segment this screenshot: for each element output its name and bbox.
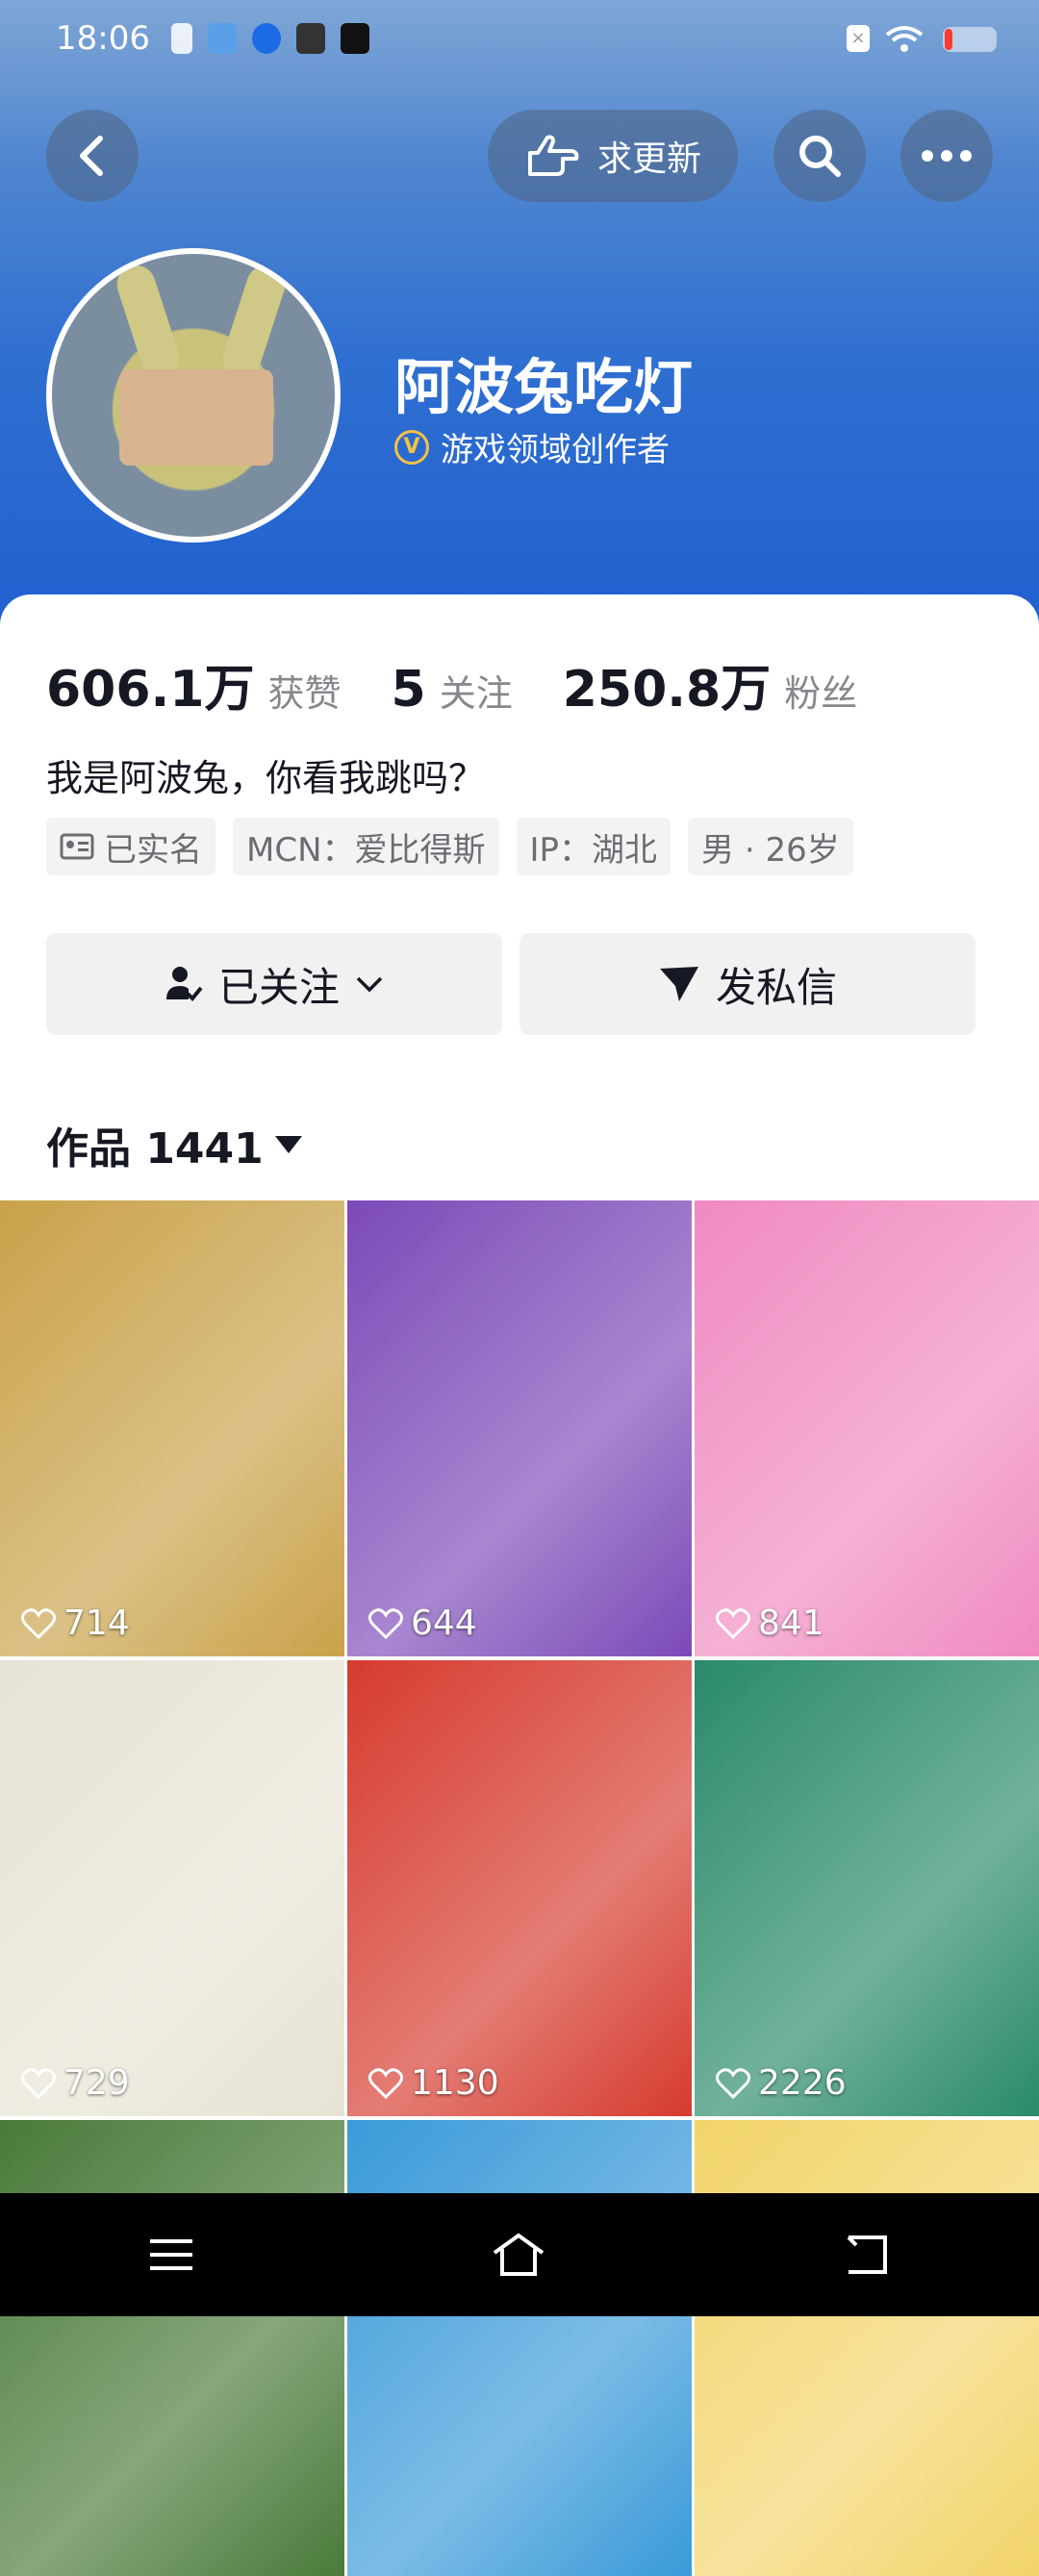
work-thumbnail[interactable]: 1130 [347,1660,692,2116]
avatar[interactable] [46,248,341,543]
battery-icon [943,27,997,52]
tiktok-icon [341,23,369,54]
send-icon [659,967,698,1001]
work-thumbnail[interactable] [0,2120,344,2576]
request-update-button[interactable]: 求更新 [488,110,738,202]
tag-gender-age: 男 · 26岁 [688,818,853,875]
work-thumbnail[interactable]: 841 [695,1200,1039,1656]
status-time: 18:06 [56,19,150,58]
tag-real-name: 已实名 [46,818,215,875]
like-count: 644 [368,1604,477,1643]
back-button[interactable] [46,110,139,202]
pointing-hand-icon [527,135,579,176]
stat-following[interactable]: 5 关注 [392,661,513,719]
request-update-label: 求更新 [596,139,701,179]
heart-icon [716,1607,750,1639]
work-thumbnail[interactable]: 714 [0,1200,344,1656]
notification-icon [171,23,192,54]
work-thumbnail[interactable]: 2226 [695,1660,1039,2116]
home-icon[interactable] [491,2232,546,2278]
profile-name: 阿波兔吃灯 [394,352,694,422]
tag-mcn: MCN：爱比得斯 [233,818,499,875]
more-button[interactable] [900,110,993,202]
like-count: 841 [716,1604,824,1643]
more-icon [922,150,972,162]
back-arrow-icon [80,136,103,176]
thumbnail-image [347,2120,692,2576]
heart-icon [368,2067,403,2099]
thumbnail-image [0,2120,344,2576]
heart-icon [716,2067,750,2099]
like-count: 729 [21,2063,130,2103]
send-message-button[interactable]: 发私信 [520,933,976,1035]
back-icon[interactable] [843,2234,891,2276]
dropdown-icon [274,1136,302,1153]
search-button[interactable] [773,110,866,202]
send-message-label: 发私信 [715,963,837,1011]
chevron-down-icon [356,976,383,993]
heart-icon [368,1607,403,1639]
work-thumbnail[interactable]: 644 [347,1200,692,1656]
thumbnail-image [0,1200,344,1656]
creator-certification: V 游戏领域创作者 [394,423,670,470]
thumbnail-image [347,1200,692,1656]
work-thumbnail[interactable] [347,2120,692,2576]
user-check-icon [165,967,203,1001]
system-nav-bar [0,2193,1039,2316]
thumbnail-image [695,1660,1039,2116]
like-count: 2226 [716,2063,847,2103]
verified-icon: V [394,429,429,465]
status-bar: 18:06 × [0,0,1039,77]
work-thumbnail[interactable] [695,2120,1039,2576]
like-count: 1130 [368,2063,499,2103]
thumbnail-image [695,1200,1039,1656]
stat-likes[interactable]: 606.1万 获赞 [46,648,342,720]
app-icon [252,23,281,54]
heart-icon [21,2067,56,2099]
works-tab[interactable]: 作品 1441 [46,1114,302,1175]
menu-icon[interactable] [148,2235,194,2274]
works-label: 作品 1441 [46,1124,264,1174]
profile-stats: 606.1万 获赞 5 关注 250.8万 粉丝 [46,648,907,720]
followed-button[interactable]: 已关注 [46,933,502,1035]
profile-bio: 我是阿波兔，你看我跳吗？ [46,757,486,799]
like-count: 714 [21,1604,130,1643]
search-icon [799,136,841,177]
stat-followers[interactable]: 250.8万 粉丝 [563,648,858,720]
thumbnail-image [695,2120,1039,2576]
sim-icon: × [847,25,870,52]
certification-label: 游戏领域创作者 [441,431,670,469]
followed-label: 已关注 [217,963,340,1011]
id-card-icon [60,833,94,860]
heart-icon [21,1607,56,1639]
tag-ip: IP：湖北 [516,818,672,875]
app-icon [296,23,325,54]
profile-tags: 已实名 MCN：爱比得斯 IP：湖北 男 · 26岁 [46,818,853,875]
wifi-icon [885,26,924,52]
thumbnail-image [347,1660,692,2116]
app-icon [208,23,237,54]
thumbnail-image [0,1660,344,2116]
work-thumbnail[interactable]: 729 [0,1660,344,2116]
